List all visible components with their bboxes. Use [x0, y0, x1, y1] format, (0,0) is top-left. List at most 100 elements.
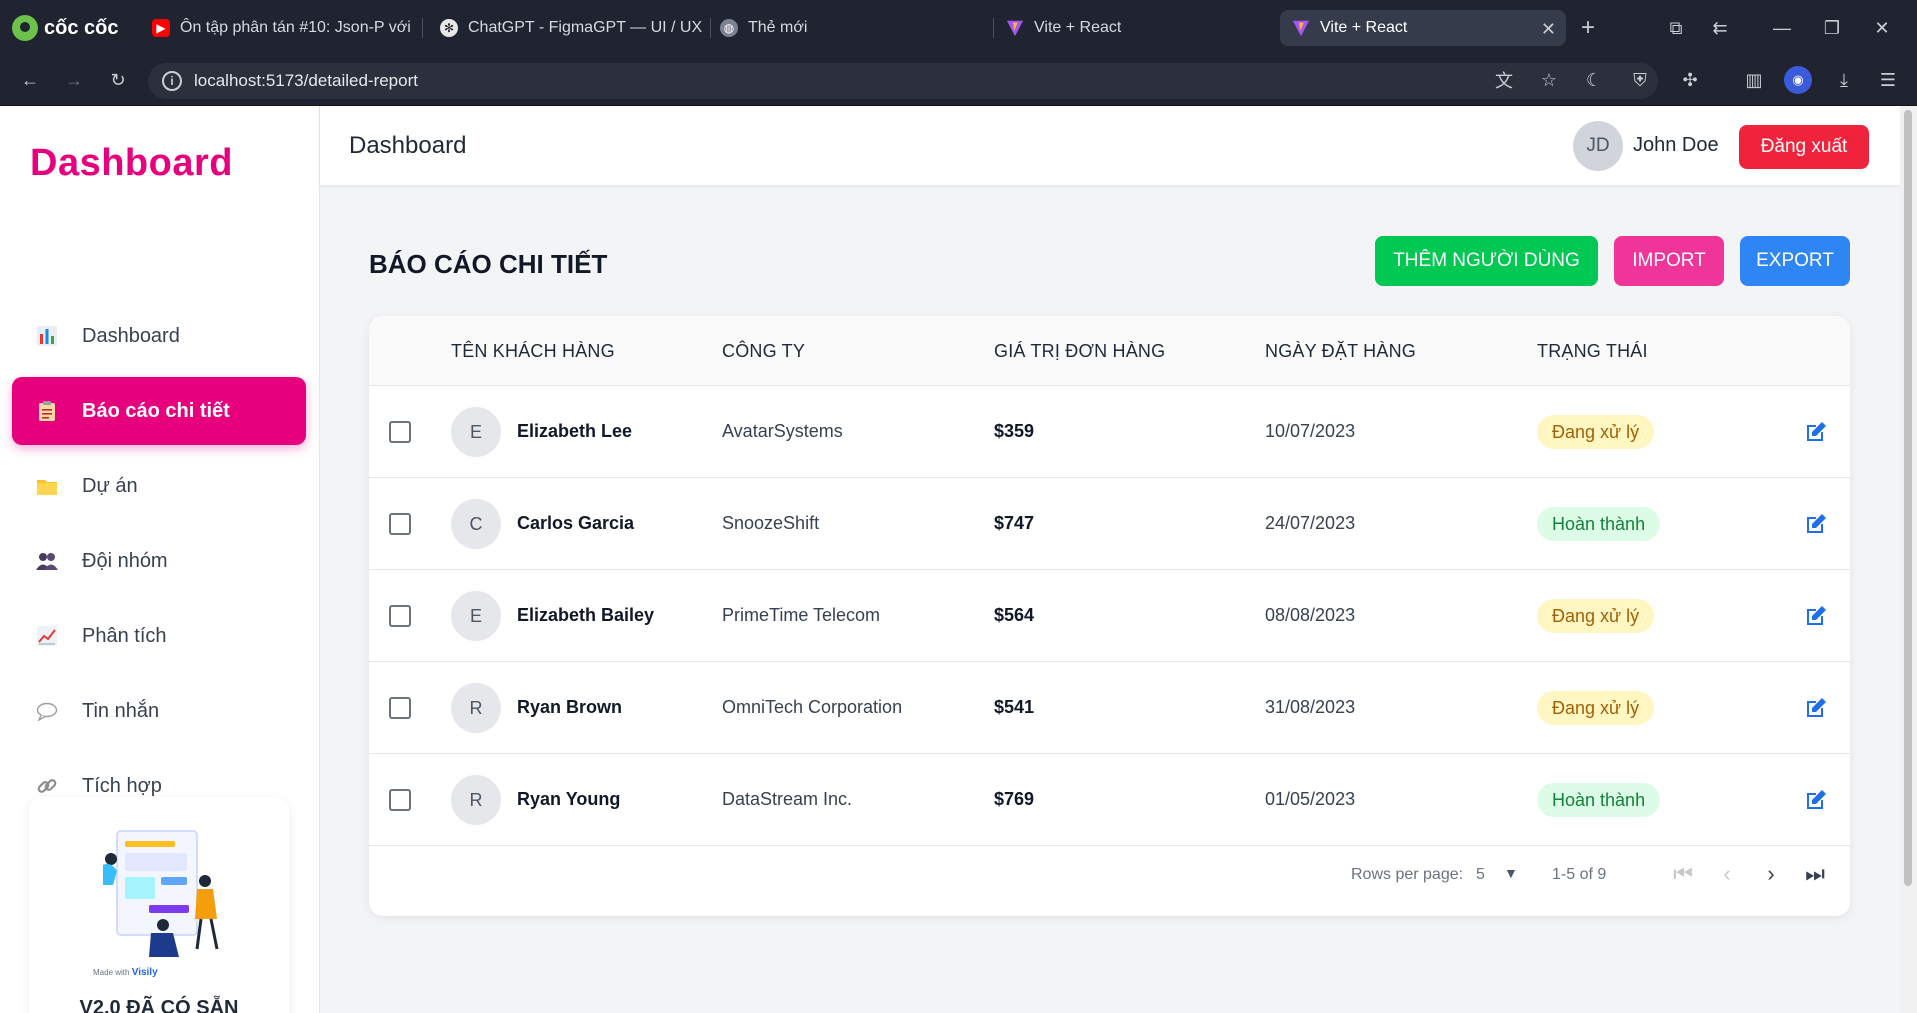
order-date: 10/07/2023 [1265, 421, 1356, 441]
browser-tab-active[interactable]: Vite + React ✕ [1280, 10, 1566, 46]
sidebar-toggle-icon[interactable]: ⇇ [1706, 14, 1734, 42]
sidebar-item-dashboard[interactable]: Dashboard [12, 302, 306, 370]
restore-icon[interactable]: ❐ [1818, 14, 1846, 42]
profile-avatar-icon[interactable]: ◉ [1784, 66, 1812, 94]
clipboard-icon [39, 401, 55, 421]
sidebar-item-team[interactable]: Đội nhóm [12, 527, 306, 595]
table-row[interactable]: R Ryan Brown OmniTech Corporation $541 3… [369, 662, 1850, 754]
edit-icon[interactable] [1804, 604, 1828, 628]
page-title: BÁO CÁO CHI TIẾT [369, 249, 608, 279]
last-page-icon[interactable]: ⏭ [1797, 856, 1833, 892]
column-header-customer-name[interactable]: TÊN KHÁCH HÀNG [451, 341, 615, 362]
customer-avatar: R [451, 683, 501, 733]
export-button[interactable]: EXPORT [1740, 236, 1850, 286]
logout-button[interactable]: Đăng xuất [1739, 125, 1869, 169]
page-scrollbar[interactable] [1900, 106, 1917, 1013]
extensions-icon[interactable]: ✣ [1676, 66, 1704, 94]
chat-bubble-icon [36, 702, 58, 722]
pagination-range: 1-5 of 9 [1552, 866, 1607, 883]
back-icon[interactable]: ← [16, 66, 44, 94]
reload-icon[interactable]: ↻ [104, 66, 132, 94]
row-checkbox[interactable] [389, 421, 411, 443]
tab-title: Thẻ mới [748, 19, 808, 36]
minimize-icon[interactable]: — [1768, 14, 1796, 42]
split-view-icon[interactable]: ▥ [1740, 66, 1768, 94]
order-value: $564 [994, 605, 1035, 625]
vite-icon [1006, 20, 1024, 37]
table-row[interactable]: C Carlos Garcia SnoozeShift $747 24/07/2… [369, 478, 1850, 570]
browser-tab[interactable]: ✻ ChatGPT - FigmaGPT — UI / UX [428, 10, 706, 46]
browser-logo[interactable]: cốc cốc [12, 14, 118, 42]
brand-title[interactable]: Dashboard [30, 142, 233, 185]
dark-mode-icon[interactable]: ☾ [1580, 66, 1608, 94]
new-tab-icon[interactable]: + [1574, 14, 1602, 42]
caret-down-icon[interactable]: ▼ [1504, 865, 1518, 881]
user-avatar[interactable]: JD [1573, 121, 1623, 171]
visily-brand: Visily [131, 967, 158, 978]
column-header-status[interactable]: TRẠNG THÁI [1537, 341, 1648, 362]
status-badge: Hoàn thành [1537, 783, 1661, 817]
sidebar-item-detailed-report[interactable]: Báo cáo chi tiết [12, 377, 306, 445]
row-checkbox[interactable] [389, 789, 411, 811]
browser-logo-text: cốc cốc [44, 16, 119, 39]
promo-made-with: Made with Visily [93, 967, 158, 978]
close-window-icon[interactable]: ✕ [1868, 14, 1896, 42]
close-tab-icon[interactable]: ✕ [1541, 19, 1556, 40]
column-header-order-value[interactable]: GIÁ TRỊ ĐƠN HÀNG [994, 341, 1165, 362]
order-value: $747 [994, 513, 1035, 533]
url-text: localhost:5173/detailed-report [194, 71, 418, 90]
promo-title: V2.0 ĐÃ CÓ SẴN [79, 997, 239, 1013]
import-button[interactable]: IMPORT [1614, 236, 1724, 286]
main-content: BÁO CÁO CHI TIẾT THÊM NGƯỜI DÙNG IMPORT … [320, 186, 1900, 1013]
row-checkbox[interactable] [389, 697, 411, 719]
browser-tab[interactable]: Vite + React [994, 10, 1272, 46]
order-date: 08/08/2023 [1265, 605, 1356, 625]
next-page-icon[interactable]: › [1753, 856, 1789, 892]
sidebar-item-messages[interactable]: Tin nhắn [12, 677, 306, 745]
status-badge: Đang xử lý [1537, 691, 1655, 725]
order-value: $541 [994, 697, 1035, 717]
column-header-order-date[interactable]: NGÀY ĐẶT HÀNG [1265, 341, 1416, 362]
row-checkbox[interactable] [389, 605, 411, 627]
customer-name: Elizabeth Lee [517, 421, 633, 441]
table-row[interactable]: R Ryan Young DataStream Inc. $769 01/05/… [369, 754, 1850, 846]
sidebar-item-projects[interactable]: Dự án [12, 452, 306, 520]
site-info-icon[interactable]: i [162, 71, 182, 91]
row-checkbox[interactable] [389, 513, 411, 535]
shield-icon[interactable]: ⛨ [1626, 66, 1654, 94]
table-row[interactable]: E Elizabeth Lee AvatarSystems $359 10/07… [369, 386, 1850, 478]
chatgpt-icon: ✻ [440, 19, 458, 37]
edit-icon[interactable] [1804, 420, 1828, 444]
tab-title: Vite + React [1034, 19, 1122, 36]
first-page-icon[interactable]: ⏮ [1665, 856, 1701, 892]
edit-icon[interactable] [1804, 696, 1828, 720]
forward-icon[interactable]: → [60, 66, 88, 94]
edit-icon[interactable] [1804, 512, 1828, 536]
user-name: John Doe [1633, 134, 1719, 156]
rows-per-page-label: Rows per page: [1351, 866, 1464, 883]
scrollbar-thumb[interactable] [1904, 110, 1912, 886]
company-name: SnoozeShift [722, 513, 820, 533]
download-icon[interactable]: ⤓ [1830, 66, 1858, 94]
tab-title: ChatGPT - FigmaGPT — UI / UX [468, 19, 703, 36]
customer-avatar: R [451, 775, 501, 825]
browser-tab[interactable]: ▶ Ôn tập phân tán #10: Json-P với [140, 10, 430, 46]
edit-icon[interactable] [1804, 788, 1828, 812]
add-user-button[interactable]: THÊM NGƯỜI DÙNG [1375, 236, 1598, 286]
table-pagination: Rows per page: 5 ▼ 1-5 of 9 ⏮ ‹ › ⏭ [369, 836, 1850, 916]
menu-icon[interactable]: ☰ [1874, 66, 1902, 94]
bookmark-star-icon[interactable]: ☆ [1535, 66, 1563, 94]
sidebar-item-label: Tin nhắn [82, 699, 160, 722]
screenshot-icon[interactable]: ⧉ [1662, 14, 1690, 42]
column-header-company[interactable]: CÔNG TY [722, 341, 805, 362]
sidebar-item-analytics[interactable]: Phân tích [12, 602, 306, 670]
customer-name: Ryan Brown [517, 697, 623, 717]
rows-per-page-select[interactable]: 5 [1476, 866, 1485, 884]
previous-page-icon[interactable]: ‹ [1709, 856, 1745, 892]
address-bar[interactable]: i localhost:5173/detailed-report [148, 63, 1658, 99]
sidebar-item-label: Dự án [82, 474, 138, 497]
translate-icon[interactable]: 文 [1490, 66, 1518, 94]
browser-tab[interactable]: ◍ Thẻ mới [708, 10, 988, 46]
sidebar: Dashboard Dashboard Báo cáo chi tiết Dự … [0, 106, 320, 1013]
table-row[interactable]: E Elizabeth Bailey PrimeTime Telecom $56… [369, 570, 1850, 662]
